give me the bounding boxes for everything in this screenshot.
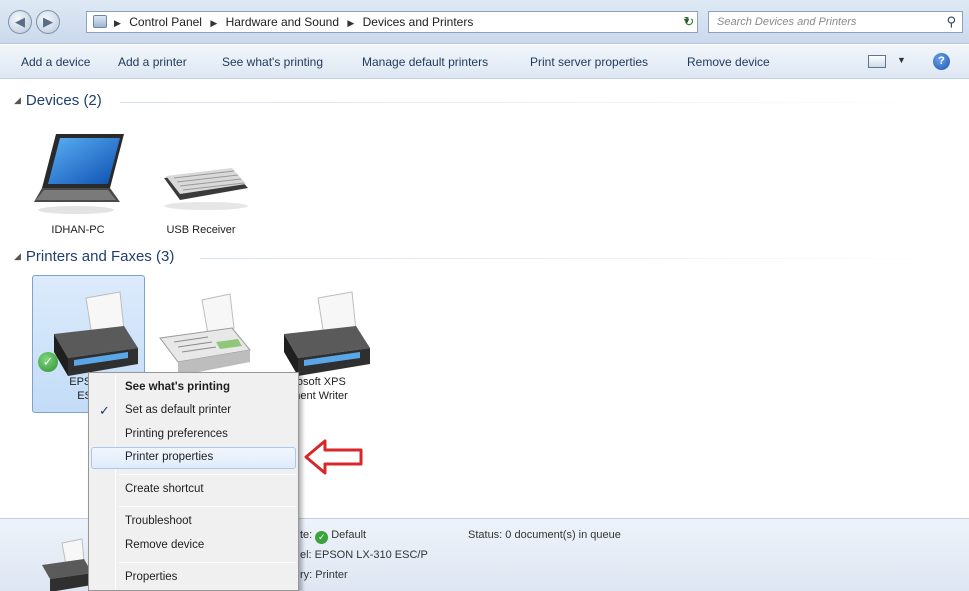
menu-item-see-whats-printing[interactable]: See what's printing — [91, 377, 296, 399]
printer-icon — [42, 538, 92, 591]
address-bar: ◀ ▶ ▶ Control Panel ▶ Hardware and Sound… — [0, 0, 969, 44]
remove-device-button[interactable]: Remove device — [687, 55, 770, 69]
details-category: ry: Printer — [300, 569, 348, 581]
breadcrumb[interactable]: ▶ Control Panel ▶ Hardware and Sound ▶ D… — [86, 11, 698, 33]
device-label: IDHAN-PC — [51, 224, 105, 236]
command-bar: Add a device Add a printer See what's pr… — [0, 45, 969, 79]
menu-item-set-default-printer[interactable]: ✓ Set as default printer — [91, 400, 296, 422]
menu-item-remove-device[interactable]: Remove device — [91, 535, 296, 557]
menu-item-printer-properties[interactable]: Printer properties — [91, 447, 296, 469]
group-header-devices[interactable]: ◢ Devices (2) — [14, 92, 102, 109]
collapse-icon: ◢ — [14, 95, 21, 105]
printer-icon — [284, 291, 370, 376]
menu-item-create-shortcut[interactable]: Create shortcut — [91, 479, 296, 501]
menu-item-printing-preferences[interactable]: Printing preferences — [91, 424, 296, 446]
keyboard-icon — [164, 168, 248, 210]
group-divider — [120, 102, 960, 103]
help-icon[interactable]: ? — [933, 53, 950, 70]
device-usb-receiver[interactable]: USB Receiver — [146, 130, 256, 240]
details-status: Status: 0 document(s) in queue — [468, 529, 621, 541]
breadcrumb-hardware-sound[interactable]: Hardware and Sound — [226, 15, 339, 29]
context-menu: See what's printing ✓ Set as default pri… — [88, 372, 299, 591]
forward-button[interactable]: ▶ — [36, 10, 60, 34]
add-device-button[interactable]: Add a device — [21, 55, 90, 69]
manage-default-printers-button[interactable]: Manage default printers — [362, 55, 488, 69]
chevron-down-icon[interactable]: ▼ — [897, 55, 906, 65]
group-divider — [200, 258, 960, 259]
laptop-icon — [34, 134, 124, 214]
details-state: te: ✓ Default — [300, 529, 367, 544]
default-check-icon: ✓ — [38, 352, 58, 372]
menu-item-troubleshoot[interactable]: Troubleshoot — [91, 511, 296, 533]
view-options-icon[interactable] — [868, 55, 886, 68]
details-model: el: EPSON LX-310 ESC/P — [300, 549, 428, 561]
group-header-printers[interactable]: ◢ Printers and Faxes (3) — [14, 248, 174, 265]
search-box: ⚲ — [708, 11, 963, 33]
menu-item-properties[interactable]: Properties — [91, 567, 296, 589]
add-printer-button[interactable]: Add a printer — [118, 55, 187, 69]
refresh-button[interactable]: ↻ — [676, 12, 702, 32]
breadcrumb-devices-printers[interactable]: Devices and Printers — [363, 15, 474, 29]
ok-icon: ✓ — [315, 531, 329, 544]
breadcrumb-control-panel[interactable]: Control Panel — [129, 15, 202, 29]
chevron-right-icon[interactable]: ▶ — [347, 18, 354, 28]
search-input[interactable] — [717, 13, 937, 31]
menu-separator — [119, 474, 296, 475]
menu-separator — [119, 506, 296, 507]
fax-icon — [159, 293, 251, 376]
print-server-properties-button[interactable]: Print server properties — [530, 55, 648, 69]
see-whats-printing-button[interactable]: See what's printing — [222, 55, 323, 69]
chevron-right-icon: ▶ — [114, 18, 121, 28]
device-label: USB Receiver — [166, 224, 236, 236]
collapse-icon: ◢ — [14, 251, 21, 261]
back-button[interactable]: ◀ — [8, 10, 32, 34]
checkmark-icon: ✓ — [99, 403, 110, 418]
device-laptop[interactable]: IDHAN-PC — [28, 130, 128, 240]
arrow-left-icon — [304, 439, 363, 475]
search-icon[interactable]: ⚲ — [946, 14, 956, 30]
control-panel-icon — [93, 15, 107, 28]
chevron-right-icon[interactable]: ▶ — [210, 18, 217, 28]
menu-separator — [119, 562, 296, 563]
